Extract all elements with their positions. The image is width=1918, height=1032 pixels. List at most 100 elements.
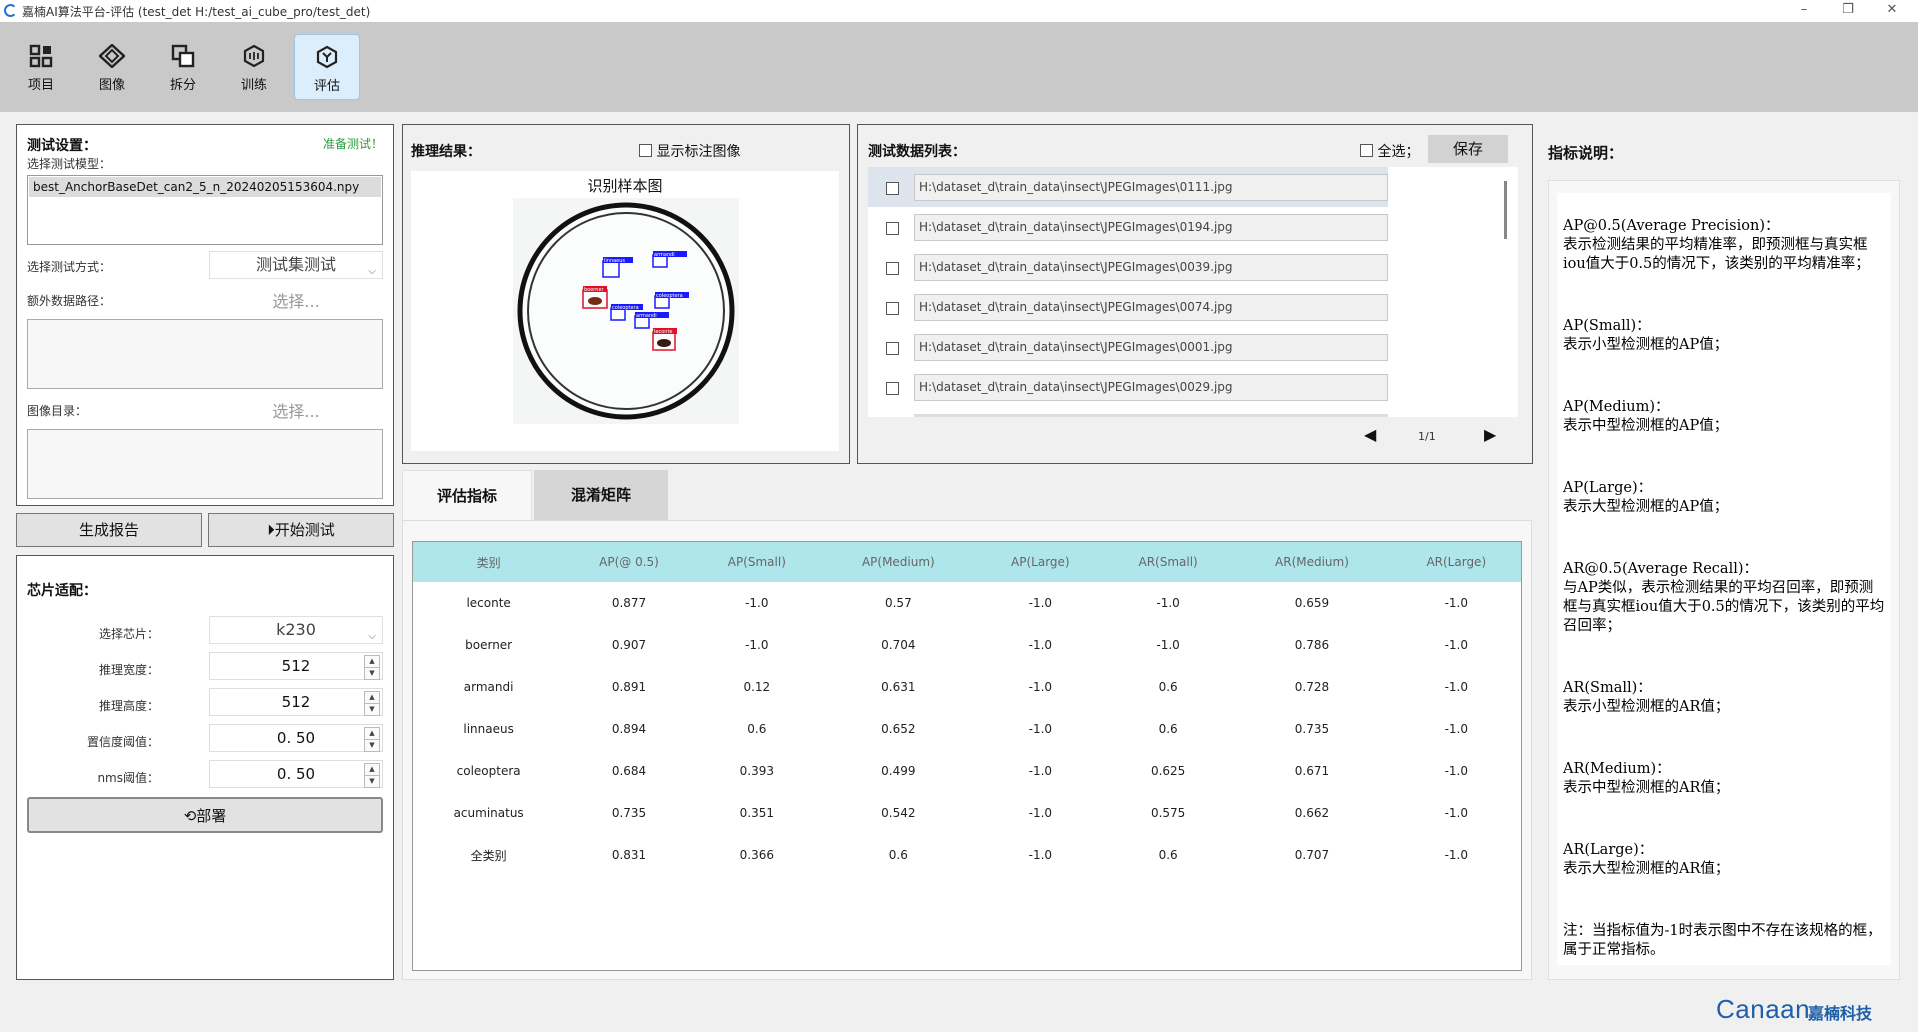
play-icon: ⏵ bbox=[267, 521, 275, 539]
extra-path-field[interactable] bbox=[27, 319, 383, 389]
list-item[interactable]: H:\dataset_d\train_data\insect\JPEGImage… bbox=[868, 247, 1518, 287]
tab-confusion-matrix[interactable]: 混淆矩阵 bbox=[534, 470, 668, 520]
row-checkbox[interactable] bbox=[886, 302, 899, 315]
show-annotation-toggle[interactable]: 显示标注图像 bbox=[639, 141, 740, 161]
row-checkbox[interactable] bbox=[886, 382, 899, 395]
test-status-text: 准备测试！ bbox=[322, 137, 383, 151]
model-list[interactable]: best_AnchorBaseDet_can2_5_n_202402051536… bbox=[27, 175, 383, 245]
metric-cell: 0.877 bbox=[611, 596, 647, 610]
spin-down-icon[interactable]: ▼ bbox=[364, 667, 380, 680]
width-spinbox[interactable]: 512 ▲ ▼ bbox=[209, 652, 383, 680]
model-list-item[interactable]: best_AnchorBaseDet_can2_5_n_202402051536… bbox=[29, 177, 381, 197]
column-header[interactable]: AR(Medium) bbox=[1232, 542, 1392, 582]
detection-label: linnaeus bbox=[604, 258, 625, 264]
metric-description: 表示小型检测框的AR值； bbox=[1563, 699, 1730, 715]
show-annotation-checkbox[interactable] bbox=[639, 144, 652, 157]
spin-down-icon[interactable]: ▼ bbox=[364, 739, 380, 752]
metric-description: 表示中型检测框的AR值； bbox=[1563, 780, 1730, 796]
list-item[interactable]: H:\dataset_d\train_data\insect\JPEGImage… bbox=[868, 287, 1518, 327]
column-header[interactable]: AP(Small) bbox=[693, 542, 820, 582]
select-all-checkbox[interactable] bbox=[1360, 144, 1373, 157]
table-row[interactable]: linnaeus 0.894 0.6 0.652 -1.0 0.6 0.735 -1.0 bbox=[413, 708, 1521, 750]
metric-cell: 0.684 bbox=[611, 764, 647, 778]
explanation-paragraph: AR(Small)： 表示小型检测框的AR值； bbox=[1563, 679, 1885, 717]
row-path[interactable]: H:\dataset_d\train_data\insect\JPEGImage… bbox=[914, 254, 1388, 281]
column-header[interactable]: AP(@ 0.5) bbox=[564, 542, 694, 582]
deploy-button[interactable]: ⟲部署 bbox=[27, 797, 383, 833]
column-header[interactable]: AP(Medium) bbox=[819, 542, 977, 582]
test-settings-title: 测试设置： bbox=[27, 138, 97, 154]
close-button[interactable]: ✕ bbox=[1870, 0, 1914, 22]
toolbar-train-button[interactable]: 训练 bbox=[221, 34, 287, 100]
select-all-toggle[interactable]: 全选； bbox=[1360, 141, 1419, 161]
brand-name: 嘉楠科技 bbox=[1808, 1004, 1873, 1023]
column-header[interactable]: 类别 bbox=[413, 542, 565, 582]
extra-path-select-button[interactable]: 选择... bbox=[209, 288, 383, 312]
toolbar-project-button[interactable]: 项目 bbox=[8, 34, 74, 100]
table-row[interactable]: 全类别 0.831 0.366 0.6 -1.0 0.6 0.707 -1.0 bbox=[413, 834, 1521, 876]
row-path[interactable]: H:\dataset_d\train_data\insect\JPEGImage… bbox=[914, 374, 1388, 401]
start-test-button[interactable]: ⏵开始测试 bbox=[208, 513, 394, 547]
row-checkbox[interactable] bbox=[886, 182, 899, 195]
column-header[interactable]: AR(Large) bbox=[1391, 542, 1521, 582]
table-row[interactable]: leconte 0.877 -1.0 0.57 -1.0 -1.0 0.659 -1.0 bbox=[413, 582, 1521, 624]
list-item[interactable]: H:\dataset_d\train_data\insect\JPEGImage… bbox=[868, 367, 1518, 407]
save-button[interactable]: 保存 bbox=[1428, 135, 1508, 163]
sample-title: 识别样本图 bbox=[587, 177, 663, 195]
metric-cell: -1.0 bbox=[1444, 638, 1468, 652]
spin-down-icon[interactable]: ▼ bbox=[364, 775, 380, 788]
metric-cell: 0.351 bbox=[739, 806, 774, 820]
row-checkbox[interactable] bbox=[886, 222, 899, 235]
minimize-button[interactable]: – bbox=[1782, 0, 1826, 22]
table-row[interactable]: acuminatus 0.735 0.351 0.542 -1.0 0.575 0.662 -… bbox=[413, 792, 1521, 834]
restore-button[interactable]: ❐ bbox=[1826, 0, 1870, 22]
image-dir-field[interactable] bbox=[27, 429, 383, 499]
table-row[interactable]: armandi 0.891 0.12 0.631 -1.0 0.6 0.728 -1.0 bbox=[413, 666, 1521, 708]
column-header[interactable]: AR(Small) bbox=[1103, 542, 1233, 582]
row-checkbox[interactable] bbox=[886, 342, 899, 355]
test-method-select[interactable]: 测试集测试 ⌵ bbox=[209, 251, 383, 279]
table-row[interactable]: coleoptera 0.684 0.393 0.499 -1.0 0.625 0.671 -… bbox=[413, 750, 1521, 792]
row-path[interactable]: H:\dataset_d\train_data\insect\JPEGImage… bbox=[914, 334, 1388, 361]
start-test-label: 开始测试 bbox=[274, 521, 335, 539]
metric-name: AR(Small)： bbox=[1563, 680, 1652, 696]
prev-page-button[interactable]: ◀ bbox=[1364, 425, 1376, 444]
next-page-button[interactable]: ▶ bbox=[1484, 425, 1496, 444]
chip-select[interactable]: k230 ⌵ bbox=[209, 616, 383, 644]
title-bar: 嘉楠AI算法平台-评估 (test_det H:/test_ai_cube_pr… bbox=[0, 0, 1918, 22]
toolbar-evaluate-button[interactable]: 评估 bbox=[294, 34, 360, 100]
split-icon bbox=[171, 44, 195, 68]
tab-metrics[interactable]: 评估指标 bbox=[402, 470, 532, 520]
generate-report-button[interactable]: 生成报告 bbox=[16, 513, 202, 547]
metrics-tab-panel: 类别 AP(@ 0.5) AP(Small) AP(Medium) AP(Lar… bbox=[402, 520, 1532, 980]
metric-cell: 0.625 bbox=[1150, 764, 1186, 778]
toolbar-image-button[interactable]: 图像 bbox=[79, 34, 145, 100]
metric-cell: 0.631 bbox=[881, 680, 916, 694]
column-header[interactable]: AP(Large) bbox=[976, 542, 1104, 582]
chevron-down-icon: ⌵ bbox=[368, 266, 376, 277]
row-path[interactable]: H:\dataset_d\train_data\insect\JPEGImage… bbox=[914, 174, 1388, 201]
detection-label: leconte bbox=[654, 329, 672, 335]
metric-cell: 0.12 bbox=[743, 680, 771, 694]
confidence-spinbox[interactable]: 0. 50 ▲ ▼ bbox=[209, 724, 383, 752]
row-path[interactable]: H:\dataset_d\train_data\insect\JPEGImage… bbox=[914, 214, 1388, 241]
metric-cell: -1.0 bbox=[1028, 680, 1053, 694]
list-item[interactable]: H:\dataset_d\train_data\insect\JPEGImage… bbox=[868, 327, 1518, 367]
toolbar-split-button[interactable]: 拆分 bbox=[150, 34, 216, 100]
nms-spinbox[interactable]: 0. 50 ▲ ▼ bbox=[209, 760, 383, 788]
metric-cell: 0.6 bbox=[888, 848, 908, 862]
window-title: 嘉楠AI算法平台-评估 (test_det H:/test_ai_cube_pr… bbox=[22, 5, 371, 19]
row-path[interactable]: H:\dataset_d\train_data\insect\JPEGImage… bbox=[914, 294, 1388, 321]
list-scrollbar[interactable] bbox=[1504, 181, 1507, 239]
test-data-panel: 测试数据列表： 全选； 保存 H:\dataset_d\train_data\i… bbox=[857, 124, 1533, 464]
row-checkbox[interactable] bbox=[886, 262, 899, 275]
image-dir-select-button[interactable]: 选择... bbox=[209, 398, 383, 422]
list-item[interactable]: H:\dataset_d\train_data\insect\JPEGImage… bbox=[868, 207, 1518, 247]
list-item[interactable]: H:\dataset_d\train_data\insect\JPEGImage… bbox=[868, 167, 1518, 207]
table-row[interactable]: boerner 0.907 -1.0 0.704 -1.0 -1.0 0.786 -1.0 bbox=[413, 624, 1521, 666]
category-cell: coleoptera bbox=[456, 764, 521, 778]
spin-down-icon[interactable]: ▼ bbox=[364, 703, 380, 716]
extra-path-label: 额外数据路径： bbox=[27, 294, 112, 308]
height-spinbox[interactable]: 512 ▲ ▼ bbox=[209, 688, 383, 716]
metric-cell: 0.831 bbox=[611, 848, 647, 862]
